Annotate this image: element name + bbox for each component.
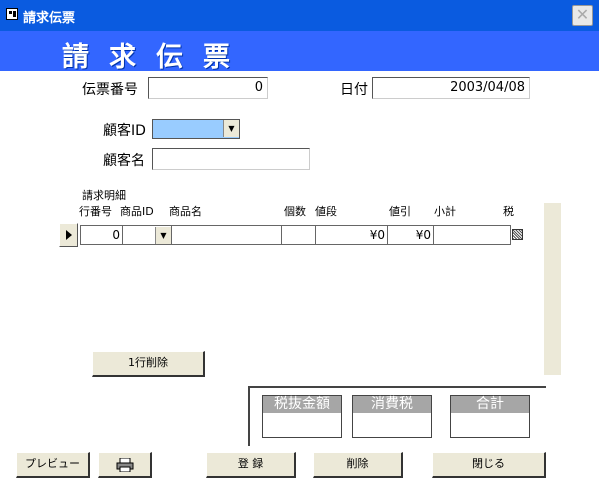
tax-checkbox[interactable] bbox=[512, 229, 523, 240]
slip-no-label: 伝票番号 bbox=[82, 82, 138, 98]
title-bar: 請求伝票 ✕ bbox=[0, 0, 599, 31]
col-product-id: 商品ID bbox=[120, 205, 154, 218]
summary-tax-label: 消費税 bbox=[353, 396, 431, 413]
customer-id-combo[interactable]: ▼ bbox=[152, 119, 240, 139]
col-line-no: 行番号 bbox=[79, 205, 112, 218]
customer-name-label: 顧客名 bbox=[103, 153, 145, 169]
details-section-label: 請求明細 bbox=[82, 189, 126, 202]
triangle-right-icon bbox=[66, 230, 72, 240]
register-button[interactable]: 登 録 bbox=[206, 452, 296, 478]
delete-button[interactable]: 削除 bbox=[313, 452, 403, 478]
discount-cell[interactable]: ¥0 bbox=[387, 225, 434, 245]
col-tax: 税 bbox=[503, 205, 514, 218]
date-label: 日付 bbox=[340, 82, 368, 98]
summary-pretax-box: 税抜金額 bbox=[262, 395, 342, 438]
col-quantity: 個数 bbox=[284, 205, 306, 218]
vertical-scrollbar[interactable] bbox=[544, 203, 561, 375]
customer-name-field[interactable] bbox=[152, 148, 310, 170]
product-name-cell[interactable] bbox=[171, 225, 282, 245]
chevron-down-icon[interactable]: ▼ bbox=[155, 227, 171, 244]
col-discount: 値引 bbox=[389, 205, 411, 218]
product-id-combo[interactable]: ▼ bbox=[122, 225, 172, 245]
close-window-button[interactable]: ✕ bbox=[572, 5, 593, 26]
delete-row-button[interactable]: 1行削除 bbox=[92, 351, 205, 377]
col-subtotal: 小計 bbox=[434, 205, 456, 218]
quantity-cell[interactable] bbox=[281, 225, 316, 245]
banner: 請求伝票 bbox=[0, 31, 599, 73]
line-no-cell[interactable]: 0 bbox=[80, 225, 123, 245]
col-price: 値段 bbox=[315, 205, 337, 218]
close-button[interactable]: 閉じる bbox=[432, 452, 546, 478]
summary-tax-box: 消費税 bbox=[352, 395, 432, 438]
window-title: 請求伝票 bbox=[23, 11, 76, 26]
summary-total-label: 合計 bbox=[451, 396, 529, 413]
summary-total-box: 合計 bbox=[450, 395, 530, 438]
chevron-down-icon[interactable]: ▼ bbox=[223, 120, 239, 137]
price-cell[interactable]: ¥0 bbox=[315, 225, 388, 245]
banner-title: 請求伝票 bbox=[62, 42, 250, 73]
summary-pretax-label: 税抜金額 bbox=[263, 396, 341, 413]
slip-no-field[interactable]: 0 bbox=[148, 77, 268, 99]
printer-icon bbox=[116, 457, 133, 473]
date-field[interactable]: 2003/04/08 bbox=[372, 77, 530, 99]
col-product-name: 商品名 bbox=[169, 205, 202, 218]
record-selector[interactable] bbox=[59, 223, 78, 247]
print-button[interactable] bbox=[98, 452, 152, 478]
preview-button[interactable]: プレビュー bbox=[16, 452, 90, 478]
form-icon bbox=[6, 8, 18, 20]
subtotal-cell[interactable] bbox=[433, 225, 511, 245]
customer-id-label: 顧客ID bbox=[103, 123, 146, 139]
